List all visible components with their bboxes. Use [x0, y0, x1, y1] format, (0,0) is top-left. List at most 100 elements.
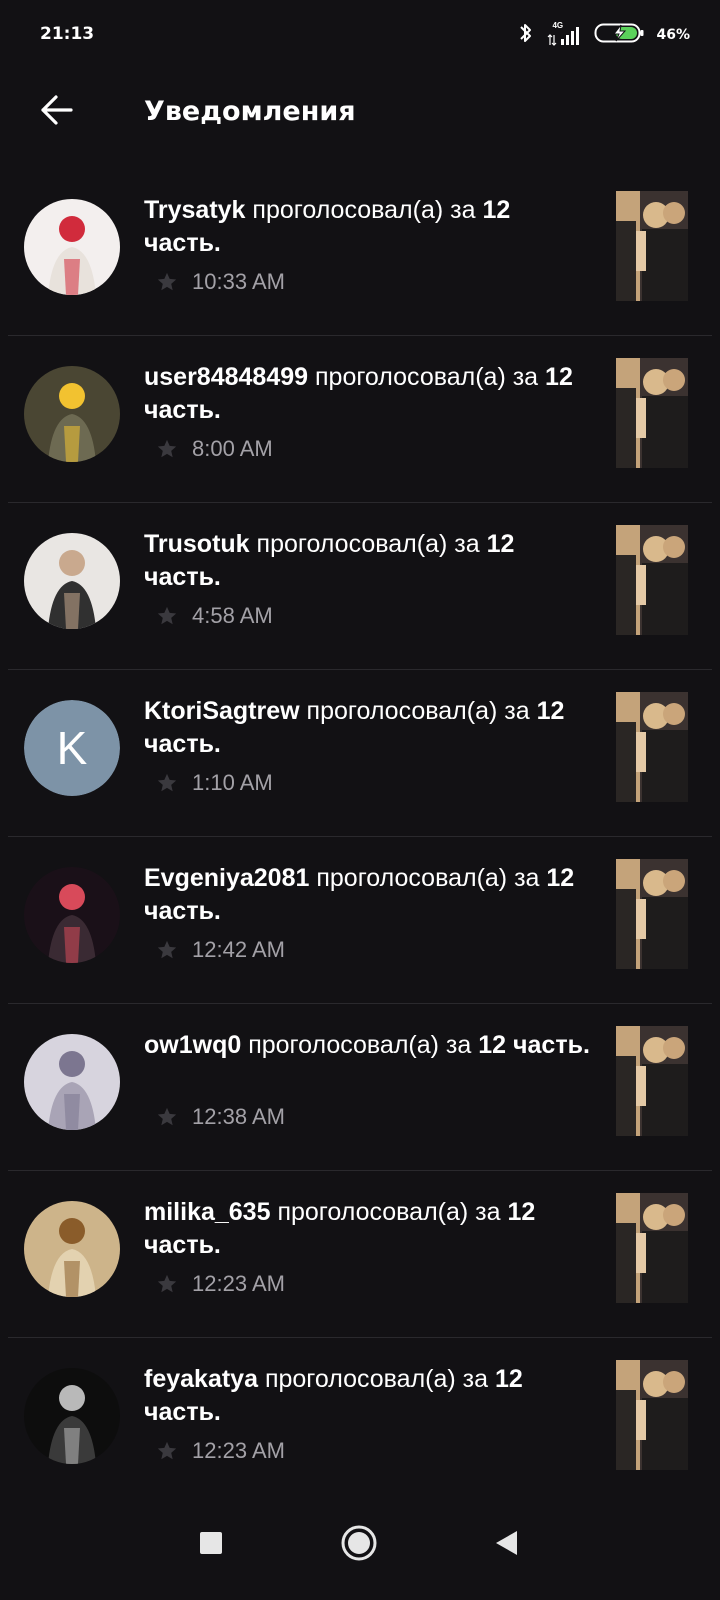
notification-text: Evgeniya2081 проголосовал(а) за 12 часть…: [144, 862, 594, 928]
story-part-thumbnail[interactable]: [616, 692, 688, 802]
notification-item[interactable]: Trysatyk проголосовал(а) за 12 часть. 10:…: [8, 169, 712, 336]
notification-action: проголосовал(а) за: [306, 697, 530, 725]
notification-username[interactable]: Trysatyk: [144, 196, 245, 224]
avatar[interactable]: [24, 533, 120, 629]
story-part-thumbnail[interactable]: [616, 358, 688, 468]
notification-text: Trusotuk проголосовал(а) за 12 часть.: [144, 528, 594, 594]
notification-item[interactable]: K KtoriSagtrew проголосовал(а) за 12 част…: [8, 670, 712, 837]
status-bar: 21:13 4G 46%: [0, 0, 720, 70]
story-part-thumbnail[interactable]: [616, 1026, 688, 1136]
circle-icon: [340, 1524, 378, 1567]
story-part-thumbnail[interactable]: [616, 1360, 688, 1470]
notification-username[interactable]: KtoriSagtrew: [144, 697, 300, 725]
notification-action: проголосовал(а) за: [316, 864, 540, 892]
notification-item[interactable]: Trusotuk проголосовал(а) за 12 часть. 4:5…: [8, 503, 712, 670]
part-word: часть.: [513, 1031, 590, 1059]
avatar[interactable]: K: [24, 700, 120, 796]
story-part-thumbnail[interactable]: [616, 859, 688, 969]
notification-time: 12:23 AM: [192, 1438, 285, 1463]
part-word: часть.: [144, 396, 221, 424]
system-nav-bar: [0, 1490, 720, 1600]
home-button[interactable]: [334, 1520, 384, 1570]
avatar[interactable]: [24, 867, 120, 963]
notification-time: 10:33 AM: [192, 269, 285, 294]
avatar-image: [24, 1201, 120, 1297]
notification-text: feyakatya проголосовал(а) за 12 часть.: [144, 1363, 594, 1429]
notification-username[interactable]: feyakatya: [144, 1365, 258, 1393]
notification-meta: 12:38 AM: [156, 1104, 285, 1130]
star-icon: [156, 1106, 178, 1128]
notification-text: ow1wq0 проголосовал(а) за 12 часть.: [144, 1029, 594, 1062]
status-time: 21:13: [40, 24, 95, 44]
thumbnail-image: [616, 1360, 688, 1470]
back-button[interactable]: [32, 88, 80, 136]
story-part-thumbnail[interactable]: [616, 191, 688, 301]
notification-meta: 8:00 AM: [156, 436, 273, 462]
notification-time: 12:23 AM: [192, 1271, 285, 1296]
notification-item[interactable]: feyakatya проголосовал(а) за 12 часть. 12…: [8, 1338, 712, 1504]
part-word: часть.: [144, 1231, 221, 1259]
avatar[interactable]: [24, 1201, 120, 1297]
avatar[interactable]: [24, 1034, 120, 1130]
notification-time: 4:58 AM: [192, 603, 273, 628]
avatar-image: [24, 1368, 120, 1464]
notification-text: Trysatyk проголосовал(а) за 12 часть.: [144, 194, 594, 260]
status-icons: 4G 46%: [518, 20, 690, 50]
notification-meta: 12:23 AM: [156, 1438, 285, 1464]
recent-apps-button[interactable]: [186, 1520, 236, 1570]
notification-username[interactable]: user84848499: [144, 363, 308, 391]
avatar[interactable]: [24, 199, 120, 295]
story-part-thumbnail[interactable]: [616, 1193, 688, 1303]
part-number: 12: [546, 864, 575, 892]
part-number: 12: [494, 1365, 523, 1393]
avatar[interactable]: [24, 366, 120, 462]
story-part-thumbnail[interactable]: [616, 525, 688, 635]
notification-item[interactable]: ow1wq0 проголосовал(а) за 12 часть. 12:38…: [8, 1004, 712, 1171]
notification-item[interactable]: Evgeniya2081 проголосовал(а) за 12 часть…: [8, 837, 712, 1004]
notification-action: проголосовал(а) за: [277, 1198, 501, 1226]
square-icon: [199, 1531, 223, 1560]
triangle-left-icon: [493, 1529, 519, 1562]
notification-action: проголосовал(а) за: [264, 1365, 489, 1393]
notification-action: проголосовал(а) за: [248, 1031, 472, 1059]
battery-percent: 46%: [656, 27, 690, 43]
notification-meta: 10:33 AM: [156, 269, 285, 295]
notification-text: milika_635 проголосовал(а) за 12 часть.: [144, 1196, 594, 1262]
part-word: часть.: [144, 897, 221, 925]
app-header: Уведомления: [0, 76, 720, 148]
notification-item[interactable]: user84848499 проголосовал(а) за 12 часть…: [8, 336, 712, 503]
part-number: 12: [478, 1031, 507, 1059]
notification-username[interactable]: Trusotuk: [144, 530, 250, 558]
thumbnail-image: [616, 525, 688, 635]
part-number: 12: [545, 363, 573, 391]
thumbnail-image: [616, 1026, 688, 1136]
notification-meta: 4:58 AM: [156, 603, 273, 629]
part-word: часть.: [144, 563, 221, 591]
part-word: часть.: [144, 1398, 221, 1426]
notification-list: Trysatyk проголосовал(а) за 12 часть. 10:…: [0, 169, 720, 1504]
star-icon: [156, 939, 178, 961]
notification-username[interactable]: ow1wq0: [144, 1031, 241, 1059]
thumbnail-image: [616, 358, 688, 468]
avatar-image: [24, 1034, 120, 1130]
notification-time: 1:10 AM: [192, 770, 273, 795]
bluetooth-icon: [518, 21, 534, 50]
part-number: 12: [507, 1198, 536, 1226]
notification-username[interactable]: milika_635: [144, 1198, 271, 1226]
notification-item[interactable]: milika_635 проголосовал(а) за 12 часть. 1…: [8, 1171, 712, 1338]
notification-time: 8:00 AM: [192, 436, 273, 461]
page-title: Уведомления: [144, 96, 356, 127]
thumbnail-image: [616, 692, 688, 802]
thumbnail-image: [616, 1193, 688, 1303]
notification-meta: 1:10 AM: [156, 770, 273, 796]
notification-time: 12:38 AM: [192, 1104, 285, 1129]
battery-icon: [594, 21, 646, 50]
signal-icon: 4G: [544, 21, 584, 47]
avatar[interactable]: [24, 1368, 120, 1464]
notification-username[interactable]: Evgeniya2081: [144, 864, 309, 892]
part-word: часть.: [144, 730, 221, 758]
avatar-image: [24, 867, 120, 963]
nav-back-button[interactable]: [481, 1520, 531, 1570]
notification-action: проголосовал(а) за: [252, 196, 476, 224]
part-word: часть.: [144, 229, 221, 257]
